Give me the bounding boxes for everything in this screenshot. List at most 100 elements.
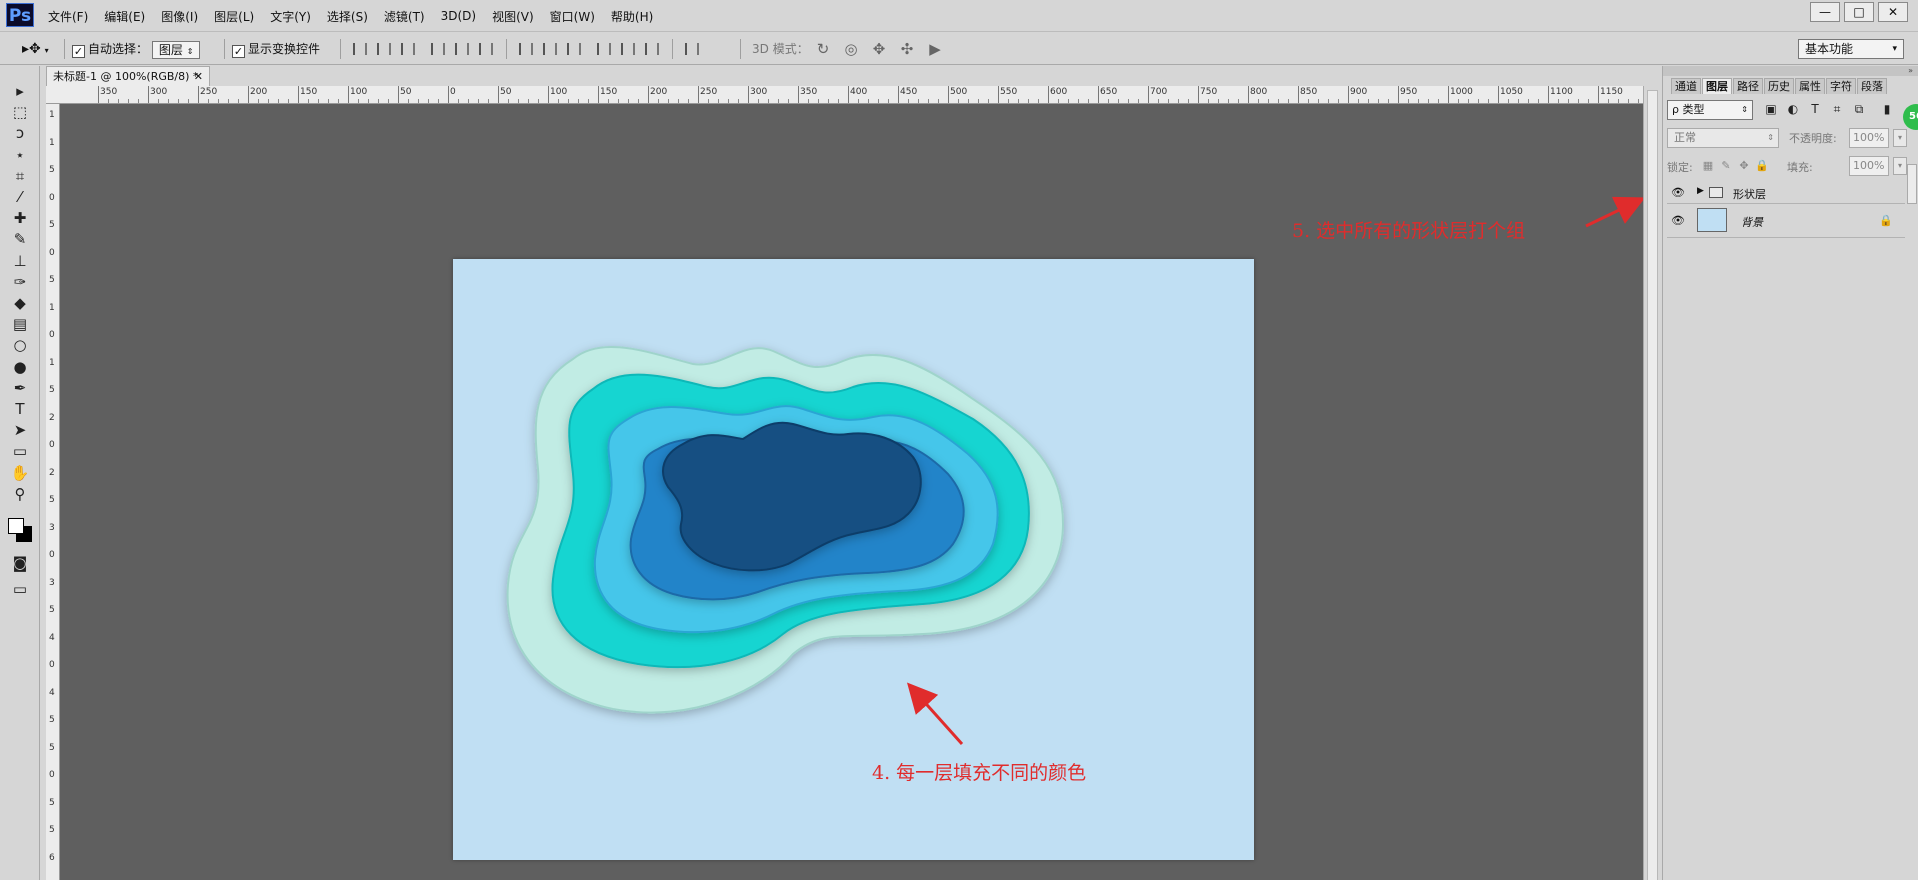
roll-3d-icon[interactable]: ◎ [842,40,860,58]
filter-type-icon[interactable]: T [1807,101,1823,117]
distribute-top-icon[interactable] [516,41,533,57]
close-icon[interactable]: ✕ [194,67,203,86]
type-tool-icon[interactable]: T [8,398,32,420]
tab-paragraph[interactable]: 段落 [1857,78,1887,94]
lasso-tool-icon[interactable]: ↄ [8,122,32,144]
quick-mask-icon[interactable]: ◙ [8,552,32,574]
blur-tool-icon[interactable]: ○ [8,334,32,356]
dodge-tool-icon[interactable]: ● [8,356,32,378]
distribute-right-icon[interactable] [642,41,659,57]
eyedropper-tool-icon[interactable]: ⁄ [8,186,32,208]
shape-tool-icon[interactable]: ▭ [8,440,32,462]
ruler-tick [1198,86,1199,103]
distribute-vcenter-icon[interactable] [540,41,557,57]
history-brush-tool-icon[interactable]: ✑ [8,271,32,293]
scrollbar-thumb[interactable] [1647,90,1658,880]
menu-layer[interactable]: 图层(L) [214,8,254,25]
quick-select-tool-icon[interactable]: ⋆ [8,144,32,166]
ruler-minor-tick [1268,99,1269,103]
align-right-icon[interactable] [476,41,493,57]
ruler-label: 550 [1000,87,1018,97]
tab-channels[interactable]: 通道 [1671,78,1701,94]
chevron-down-icon[interactable]: ▾ [1893,129,1907,147]
tab-character[interactable]: 字符 [1826,78,1856,94]
pen-tool-icon[interactable]: ✒ [8,377,32,399]
menu-filter[interactable]: 滤镜(T) [384,8,425,25]
menu-file[interactable]: 文件(F) [48,8,88,25]
eye-icon[interactable]: 👁 [1669,186,1687,200]
workspace-select[interactable]: 基本功能 ▾ [1798,39,1904,59]
menu-image[interactable]: 图像(I) [161,8,198,25]
align-top-icon[interactable] [350,41,367,57]
chevron-down-icon[interactable]: ▾ [1893,157,1907,175]
move-tool-icon[interactable]: ▸ [8,80,32,102]
panel-collapse-bar[interactable]: » [1663,66,1918,76]
menu-type[interactable]: 文字(Y) [270,8,311,25]
menu-edit[interactable]: 编辑(E) [104,8,145,25]
tab-paths[interactable]: 路径 [1733,78,1763,94]
lock-transparent-icon[interactable]: ▦ [1701,159,1715,173]
menu-select[interactable]: 选择(S) [327,8,368,25]
rotate-3d-icon[interactable]: ↻ [814,40,832,58]
opacity-field[interactable]: 100% [1849,128,1889,148]
stamp-tool-icon[interactable]: ⊥ [8,250,32,272]
fill-field[interactable]: 100% [1849,156,1889,176]
brush-tool-icon[interactable]: ✎ [8,228,32,250]
marquee-tool-icon[interactable]: ⬚ [8,101,32,123]
filter-smart-object-icon[interactable]: ⧉ [1851,101,1867,117]
layer-row-background[interactable]: 👁 背景 🔒 [1667,204,1905,238]
eraser-tool-icon[interactable]: ◆ [8,292,32,314]
blend-mode-select[interactable]: 正常 ⇕ [1667,128,1779,148]
layer-row-group[interactable]: 👁 ▶ 形状层 [1667,182,1905,204]
eye-icon[interactable]: 👁 [1669,214,1687,228]
path-select-tool-icon[interactable]: ➤ [8,419,32,441]
restore-button[interactable]: □ [1844,2,1874,22]
lock-all-icon[interactable]: 🔒 [1755,159,1769,173]
healing-tool-icon[interactable]: ✚ [8,207,32,229]
auto-select-checkbox[interactable]: ✓ [72,45,85,58]
expand-arrow-icon[interactable]: ▶ [1697,186,1704,196]
filter-pixel-icon[interactable]: ▣ [1763,101,1779,117]
distribute-bottom-icon[interactable] [564,41,581,57]
filter-adjustment-icon[interactable]: ◐ [1785,101,1801,117]
canvas-area[interactable]: 4. 每一层填充不同的颜色 5. 选中所有的形状层打个组 [60,104,1643,880]
foreground-color-swatch[interactable] [8,518,24,534]
screen-mode-icon[interactable]: ▭ [8,578,32,600]
minimize-button[interactable]: — [1810,2,1840,22]
align-bottom-icon[interactable] [398,41,415,57]
slide-3d-icon[interactable]: ✣ [898,40,916,58]
align-hcenter-icon[interactable] [452,41,469,57]
zoom-tool-icon[interactable]: ⚲ [8,483,32,505]
lock-position-icon[interactable]: ✥ [1737,159,1751,173]
lock-pixels-icon[interactable]: ✎ [1719,159,1733,173]
tab-layers[interactable]: 图层 [1702,78,1732,94]
gradient-tool-icon[interactable]: ▤ [8,313,32,335]
tab-properties[interactable]: 属性 [1795,78,1825,94]
close-button[interactable]: ✕ [1878,2,1908,22]
menu-3d[interactable]: 3D(D) [441,9,476,23]
show-transform-checkbox[interactable]: ✓ [232,45,245,58]
document-tab[interactable]: 未标题-1 @ 100%(RGB/8) * ✕ [46,66,210,86]
move-tool-preset[interactable]: ▸✥ ▾ [22,39,49,59]
align-left-icon[interactable] [428,41,445,57]
menu-window[interactable]: 窗口(W) [550,8,595,25]
distribute-left-icon[interactable] [594,41,611,57]
layer-filter-select[interactable]: ρ 类型 ⇕ [1667,100,1753,120]
hand-tool-icon[interactable]: ✋ [8,462,32,484]
canvas-vertical-scrollbar[interactable] [1643,86,1661,880]
pan-3d-icon[interactable]: ✥ [870,40,888,58]
menu-help[interactable]: 帮助(H) [611,8,653,25]
ruler-label: 150 [600,87,618,97]
auto-align-icon[interactable] [682,41,699,57]
crop-tool-icon[interactable]: ⌗ [8,165,32,187]
auto-select-target-select[interactable]: 图层 ⇕ [151,40,201,59]
camera-3d-icon[interactable]: ▶ [926,40,944,58]
align-vcenter-icon[interactable] [374,41,391,57]
menu-view[interactable]: 视图(V) [492,8,534,25]
ruler-tick [198,86,199,103]
tab-history[interactable]: 历史 [1764,78,1794,94]
distribute-hcenter-icon[interactable] [618,41,635,57]
filter-shape-icon[interactable]: ⌗ [1829,101,1845,117]
filter-toggle-icon[interactable]: ▮ [1879,101,1895,117]
panel-scrollbar[interactable] [1907,164,1917,204]
